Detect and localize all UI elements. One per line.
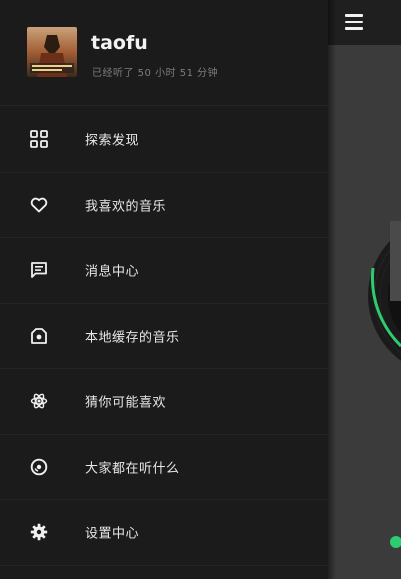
menu-item-label: 设置中心 bbox=[85, 526, 140, 542]
local-cache-icon bbox=[29, 326, 49, 346]
drawer-shadow bbox=[328, 0, 336, 579]
menu-item-messages[interactable]: 消息中心 bbox=[0, 238, 328, 304]
player-stage bbox=[328, 46, 401, 579]
disc-icon bbox=[29, 457, 49, 477]
username: taofu bbox=[91, 32, 148, 54]
profile-header[interactable]: taofu 已经听了 50 小时 51 分钟 bbox=[0, 0, 328, 106]
menu-item-label: 本地缓存的音乐 bbox=[85, 330, 180, 346]
app-top-bar bbox=[328, 0, 401, 46]
menu-item-recommendations[interactable]: 猜你可能喜欢 bbox=[0, 369, 328, 435]
user-avatar-image bbox=[27, 27, 77, 77]
drawer-menu: 探索发现 我喜欢的音乐 消息中心 本地缓存的音乐 猜你可能喜欢 大家都在听什么 … bbox=[0, 107, 328, 566]
menu-item-label: 我喜欢的音乐 bbox=[85, 199, 167, 215]
menu-item-label: 大家都在听什么 bbox=[85, 461, 180, 477]
menu-item-explore[interactable]: 探索发现 bbox=[0, 107, 328, 173]
menu-item-label: 消息中心 bbox=[85, 264, 140, 280]
heart-icon bbox=[29, 195, 49, 215]
atom-icon bbox=[29, 391, 49, 411]
vinyl-disc-artwork bbox=[368, 221, 401, 548]
menu-item-trending[interactable]: 大家都在听什么 bbox=[0, 435, 328, 500]
message-icon bbox=[29, 260, 49, 280]
progress-knob[interactable] bbox=[390, 536, 401, 548]
menu-item-local-cache[interactable]: 本地缓存的音乐 bbox=[0, 304, 328, 369]
menu-item-favorites[interactable]: 我喜欢的音乐 bbox=[0, 173, 328, 238]
navigation-drawer: taofu 已经听了 50 小时 51 分钟 探索发现 我喜欢的音乐 消息中心 … bbox=[0, 0, 328, 579]
menu-item-label: 探索发现 bbox=[85, 133, 140, 149]
avatar[interactable] bbox=[27, 27, 77, 77]
hamburger-menu-icon[interactable] bbox=[345, 14, 363, 30]
menu-item-label: 猜你可能喜欢 bbox=[85, 395, 167, 411]
menu-item-settings[interactable]: 设置中心 bbox=[0, 500, 328, 566]
grid-icon bbox=[29, 129, 49, 149]
settings-icon bbox=[29, 522, 49, 542]
listen-time-text: 已经听了 50 小时 51 分钟 bbox=[92, 68, 219, 79]
